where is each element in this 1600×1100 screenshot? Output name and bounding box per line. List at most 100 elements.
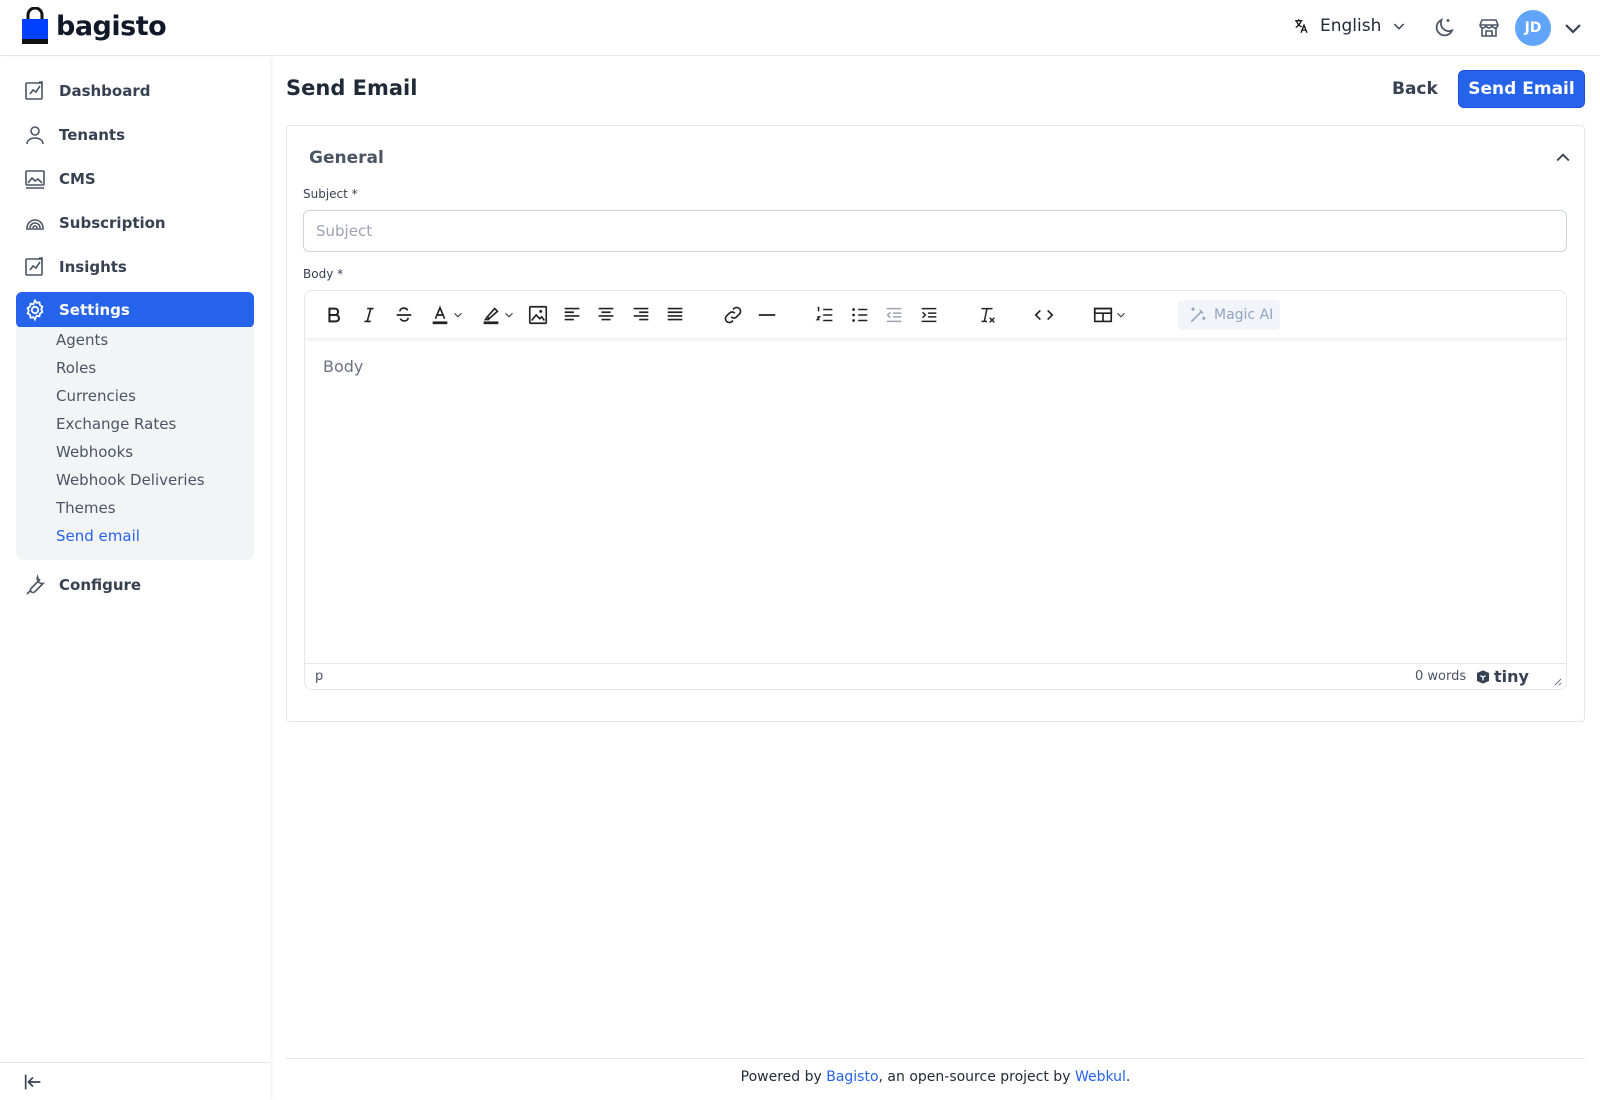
footer-suffix: . bbox=[1125, 1069, 1131, 1085]
chevron-down-icon bbox=[1117, 312, 1125, 318]
align-center-icon bbox=[598, 307, 614, 321]
numbered-list-icon bbox=[815, 306, 833, 322]
body-label: Body * bbox=[303, 267, 344, 281]
dark-mode-moon-icon[interactable] bbox=[1432, 16, 1456, 40]
subnav-item-webhook-deliveries[interactable]: Webhook Deliveries bbox=[56, 471, 205, 489]
shopping-bag-logo-icon bbox=[22, 7, 48, 44]
horizontal-line-icon bbox=[758, 314, 776, 316]
general-section-card: General Subject * Body * bbox=[286, 125, 1585, 722]
sidebar-item-label: CMS bbox=[59, 170, 96, 188]
highlight-color-button[interactable] bbox=[477, 303, 519, 327]
insert-table-button[interactable] bbox=[1090, 303, 1130, 327]
indent-button[interactable] bbox=[917, 303, 941, 327]
subnav-item-webhooks[interactable]: Webhooks bbox=[56, 443, 133, 461]
brand-logo[interactable]: bagisto bbox=[20, 7, 167, 45]
clear-formatting-icon bbox=[981, 307, 995, 323]
sidebar-item-insights[interactable]: Insights bbox=[16, 249, 254, 285]
outdent-button[interactable] bbox=[882, 303, 906, 327]
subnav-item-roles[interactable]: Roles bbox=[56, 359, 96, 377]
chevron-down-icon bbox=[1394, 23, 1405, 30]
translate-icon bbox=[1295, 19, 1308, 34]
italic-button[interactable] bbox=[357, 303, 381, 327]
insert-link-button[interactable] bbox=[721, 303, 745, 327]
footer-link-webkul[interactable]: Webkul bbox=[1075, 1069, 1126, 1085]
page-title: Send Email bbox=[286, 76, 418, 100]
source-code-button[interactable] bbox=[1032, 303, 1056, 327]
sidebar-item-label: Subscription bbox=[59, 214, 166, 232]
subnav-item-agents[interactable]: Agents bbox=[56, 331, 108, 349]
subnav-item-exchange-rates[interactable]: Exchange Rates bbox=[56, 415, 176, 433]
storefront-icon[interactable] bbox=[1477, 16, 1501, 40]
justify-button[interactable] bbox=[663, 303, 687, 327]
element-path[interactable]: p bbox=[315, 669, 323, 684]
subnav-item-send-email[interactable]: Send email bbox=[56, 527, 140, 545]
tiny-brand-logo[interactable]: tiny bbox=[1475, 667, 1529, 686]
editor-toolbar: Magic AI bbox=[305, 291, 1566, 339]
sidebar-item-settings[interactable]: Settings bbox=[16, 292, 254, 328]
image-frame-icon bbox=[25, 170, 45, 189]
link-icon bbox=[724, 306, 742, 324]
bold-button[interactable] bbox=[322, 303, 346, 327]
text-color-button[interactable] bbox=[426, 303, 468, 327]
footer-middle: , an open-source project by bbox=[878, 1069, 1075, 1085]
dashboard-chart-icon bbox=[25, 81, 43, 100]
collapse-sidebar-icon[interactable] bbox=[22, 1071, 44, 1093]
align-right-button[interactable] bbox=[629, 303, 653, 327]
sidebar-item-label: Configure bbox=[59, 576, 142, 594]
editor-statusbar: p 0 words tiny bbox=[305, 663, 1566, 689]
subnav-item-currencies[interactable]: Currencies bbox=[56, 387, 136, 405]
editor-content-area[interactable]: Body bbox=[305, 339, 1566, 656]
highlighter-icon bbox=[483, 307, 499, 325]
chevron-up-icon[interactable] bbox=[1553, 148, 1573, 168]
footer-link-bagisto[interactable]: Bagisto bbox=[826, 1069, 878, 1085]
word-count[interactable]: 0 words bbox=[1415, 669, 1466, 684]
magic-wand-icon bbox=[1190, 307, 1206, 323]
sidebar-item-label: Insights bbox=[59, 258, 127, 276]
align-justify-icon bbox=[667, 307, 683, 321]
rich-text-editor: Magic AI Body p 0 words tiny bbox=[304, 290, 1567, 690]
horizontal-rule-button[interactable] bbox=[755, 303, 779, 327]
magic-ai-label: Magic AI bbox=[1214, 307, 1274, 323]
clear-formatting-button[interactable] bbox=[975, 303, 999, 327]
sidebar-item-label: Tenants bbox=[59, 126, 125, 144]
subject-input[interactable] bbox=[303, 210, 1567, 252]
sidebar-item-cms[interactable]: CMS bbox=[16, 161, 254, 197]
strikethrough-icon bbox=[396, 307, 412, 322]
align-center-button[interactable] bbox=[594, 303, 618, 327]
bold-icon bbox=[328, 307, 340, 323]
subnav-item-themes[interactable]: Themes bbox=[56, 499, 116, 517]
resize-handle-icon[interactable] bbox=[1552, 676, 1562, 686]
bullet-list-button[interactable] bbox=[848, 303, 872, 327]
sidebar-item-dashboard[interactable]: Dashboard bbox=[16, 73, 254, 109]
send-email-button[interactable]: Send Email bbox=[1458, 70, 1585, 108]
bullet-list-icon bbox=[852, 308, 868, 322]
footer-prefix: Powered by bbox=[740, 1069, 827, 1085]
image-icon bbox=[528, 305, 548, 325]
magic-ai-button[interactable]: Magic AI bbox=[1178, 300, 1280, 330]
section-title: General bbox=[309, 148, 384, 168]
back-button[interactable]: Back bbox=[1380, 70, 1450, 108]
user-avatar[interactable]: JD bbox=[1515, 10, 1551, 46]
sidebar-item-subscription[interactable]: Subscription bbox=[16, 205, 254, 241]
sidebar-item-configure[interactable]: Configure bbox=[16, 567, 254, 603]
brand-name: bagisto bbox=[56, 10, 167, 42]
italic-icon bbox=[364, 307, 374, 323]
code-icon bbox=[1034, 309, 1054, 321]
sidebar: Dashboard Tenants CMS Subscription Insig… bbox=[0, 57, 270, 1100]
wrench-icon bbox=[26, 573, 46, 595]
numbered-list-button[interactable] bbox=[813, 303, 837, 327]
strikethrough-button[interactable] bbox=[392, 303, 416, 327]
language-label: English bbox=[1320, 16, 1382, 36]
subscription-cloud-icon bbox=[26, 219, 44, 230]
align-left-icon bbox=[564, 307, 580, 321]
align-right-icon bbox=[633, 307, 649, 321]
gear-icon bbox=[26, 298, 44, 322]
table-icon bbox=[1093, 307, 1113, 323]
sidebar-item-tenants[interactable]: Tenants bbox=[16, 117, 254, 153]
align-left-button[interactable] bbox=[560, 303, 584, 327]
insert-image-button[interactable] bbox=[526, 303, 550, 327]
settings-submenu: Agents Roles Currencies Exchange Rates W… bbox=[16, 327, 254, 560]
account-chevron-down-icon[interactable] bbox=[1561, 16, 1585, 40]
footer-divider bbox=[286, 1058, 1585, 1059]
language-switcher[interactable]: English bbox=[1292, 16, 1407, 36]
